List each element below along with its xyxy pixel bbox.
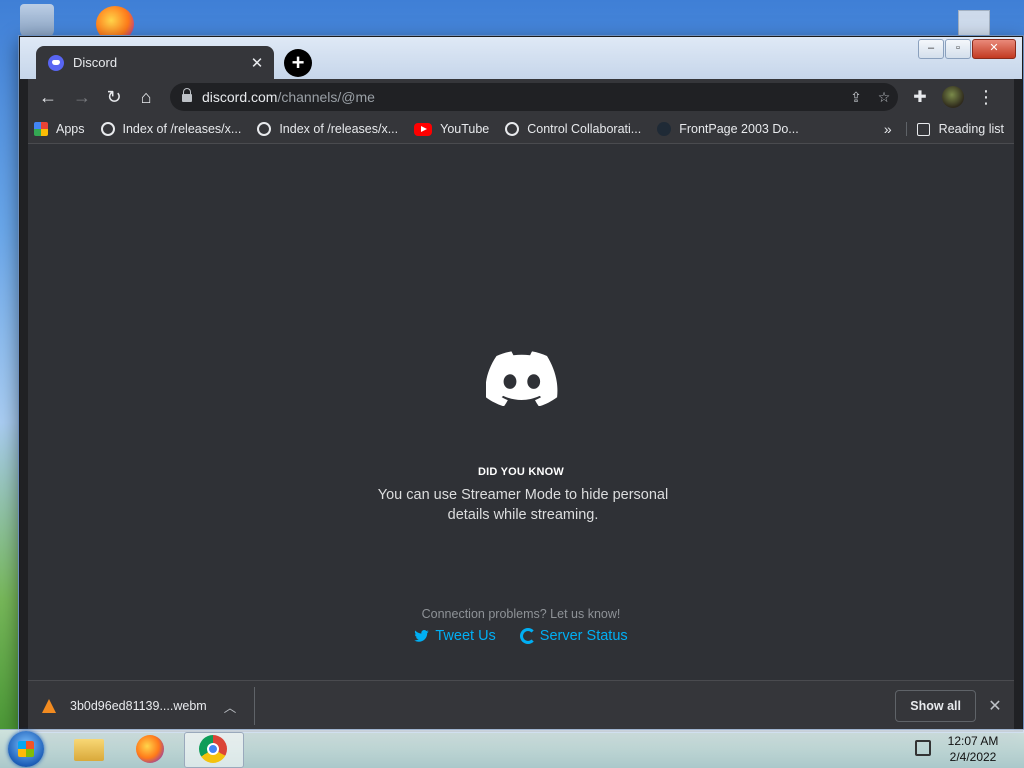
network-icon[interactable] xyxy=(915,740,931,756)
bookmark-label: Apps xyxy=(56,122,85,136)
share-icon[interactable]: ⇪ xyxy=(842,89,870,106)
bookmark-frontpage[interactable]: FrontPage 2003 Do... xyxy=(657,122,799,136)
chevron-up-icon[interactable]: ︿ xyxy=(220,697,240,716)
status-icon xyxy=(519,628,536,644)
recycle-bin-icon[interactable] xyxy=(20,4,54,38)
tip-text: You can use Streamer Mode to hide person… xyxy=(377,487,669,523)
maximize-button[interactable]: ▫ xyxy=(945,39,971,59)
bookmarks-overflow-button[interactable]: » xyxy=(884,121,892,137)
reload-icon[interactable]: ↻ xyxy=(100,83,128,111)
server-status-label: Server Status xyxy=(539,628,628,644)
twitter-icon xyxy=(414,630,430,642)
close-download-shelf-icon[interactable]: ✕ xyxy=(980,696,1010,716)
address-bar[interactable]: discord.com/channels/@me ⇪ ☆ xyxy=(170,83,898,111)
firefox-icon[interactable] xyxy=(124,732,178,766)
tip-heading: DID YOU KNOW xyxy=(478,466,564,478)
url-path: /channels/@me xyxy=(277,89,375,105)
connection-problems-text: Connection problems? Let us know! xyxy=(421,607,621,621)
bookmark-label: Index of /releases/x... xyxy=(122,122,242,136)
server-status-link[interactable]: Server Status xyxy=(519,628,628,644)
back-arrow-icon[interactable]: ← xyxy=(34,83,62,111)
bookmarks-bar: Apps Index of /releases/x... Index of /r… xyxy=(28,115,1014,144)
help-links: Tweet Us Server Status xyxy=(28,628,1014,644)
taskbar: 12:07 AM 2/4/2022 xyxy=(0,729,1024,768)
vlc-file-icon xyxy=(42,699,56,713)
discord-favicon-icon xyxy=(48,54,64,71)
close-window-button[interactable]: ✕ xyxy=(972,39,1016,59)
bookmark-youtube[interactable]: YouTube xyxy=(414,122,489,136)
file-explorer-icon[interactable] xyxy=(62,732,116,766)
tweet-us-label: Tweet Us xyxy=(435,628,496,644)
apps-grid-icon xyxy=(34,122,48,136)
tweet-us-link[interactable]: Tweet Us xyxy=(414,628,496,644)
bookmark-label: FrontPage 2003 Do... xyxy=(679,122,799,136)
bookmark-star-icon[interactable]: ☆ xyxy=(870,89,898,106)
tab-close-icon[interactable]: ✕ xyxy=(248,54,266,72)
start-orb-icon[interactable] xyxy=(8,731,44,767)
youtube-icon xyxy=(414,122,433,136)
profile-avatar[interactable] xyxy=(942,86,964,108)
globe-icon xyxy=(100,122,115,136)
reading-list-button[interactable]: Reading list xyxy=(905,122,1004,136)
lock-icon[interactable] xyxy=(182,88,192,102)
frontpage-icon xyxy=(657,122,672,136)
new-tab-button[interactable]: + xyxy=(284,49,312,77)
download-filename[interactable]: 3b0d96ed81139....webm xyxy=(70,699,220,713)
home-icon[interactable]: ⌂ xyxy=(132,83,160,111)
globe-icon xyxy=(257,122,272,136)
bookmark-label: YouTube xyxy=(440,122,490,136)
download-shelf: 3b0d96ed81139....webm ︿ Show all ✕ xyxy=(28,680,1014,731)
forward-arrow-icon[interactable]: → xyxy=(68,83,96,111)
clock-time: 12:07 AM xyxy=(947,734,999,748)
bookmark-control-collaboration[interactable]: Control Collaborati... xyxy=(505,122,641,136)
bookmark-label: Control Collaborati... xyxy=(527,122,642,136)
clock-date: 2/4/2022 xyxy=(949,750,997,764)
chrome-window: Discord ✕ + – ▫ ✕ ← → ↻ ⌂ discord.com/ch… xyxy=(19,36,1023,732)
system-clock[interactable]: 12:07 AM 2/4/2022 xyxy=(942,733,1004,765)
menu-kebab-icon[interactable]: ⋮ xyxy=(972,83,1000,111)
bookmark-index-releases-1[interactable]: Index of /releases/x... xyxy=(100,122,242,136)
minimize-button[interactable]: – xyxy=(918,39,944,59)
bookmark-label: Index of /releases/x... xyxy=(279,122,399,136)
bookmark-index-releases-2[interactable]: Index of /releases/x... xyxy=(257,122,398,136)
show-all-button[interactable]: Show all xyxy=(895,690,976,722)
tab-title: Discord xyxy=(73,55,118,70)
reading-list-icon xyxy=(916,122,930,136)
title-bar[interactable]: Discord ✕ + – ▫ ✕ xyxy=(20,37,1022,79)
browser-toolbar: ← → ↻ ⌂ discord.com/channels/@me ⇪ ☆ ✚ ⋮ xyxy=(28,79,1014,115)
discord-logo-icon xyxy=(486,351,558,406)
globe-icon xyxy=(505,122,520,136)
discord-loading-screen: DID YOU KNOW You can use Streamer Mode t… xyxy=(28,144,1014,680)
extensions-puzzle-icon[interactable]: ✚ xyxy=(906,83,934,111)
url-host: discord.com xyxy=(202,89,278,105)
divider xyxy=(254,687,255,725)
tab-discord[interactable]: Discord ✕ xyxy=(36,46,274,79)
reading-list-label: Reading list xyxy=(938,122,1004,136)
bookmark-apps[interactable]: Apps xyxy=(34,122,85,136)
chrome-icon[interactable] xyxy=(184,732,244,768)
